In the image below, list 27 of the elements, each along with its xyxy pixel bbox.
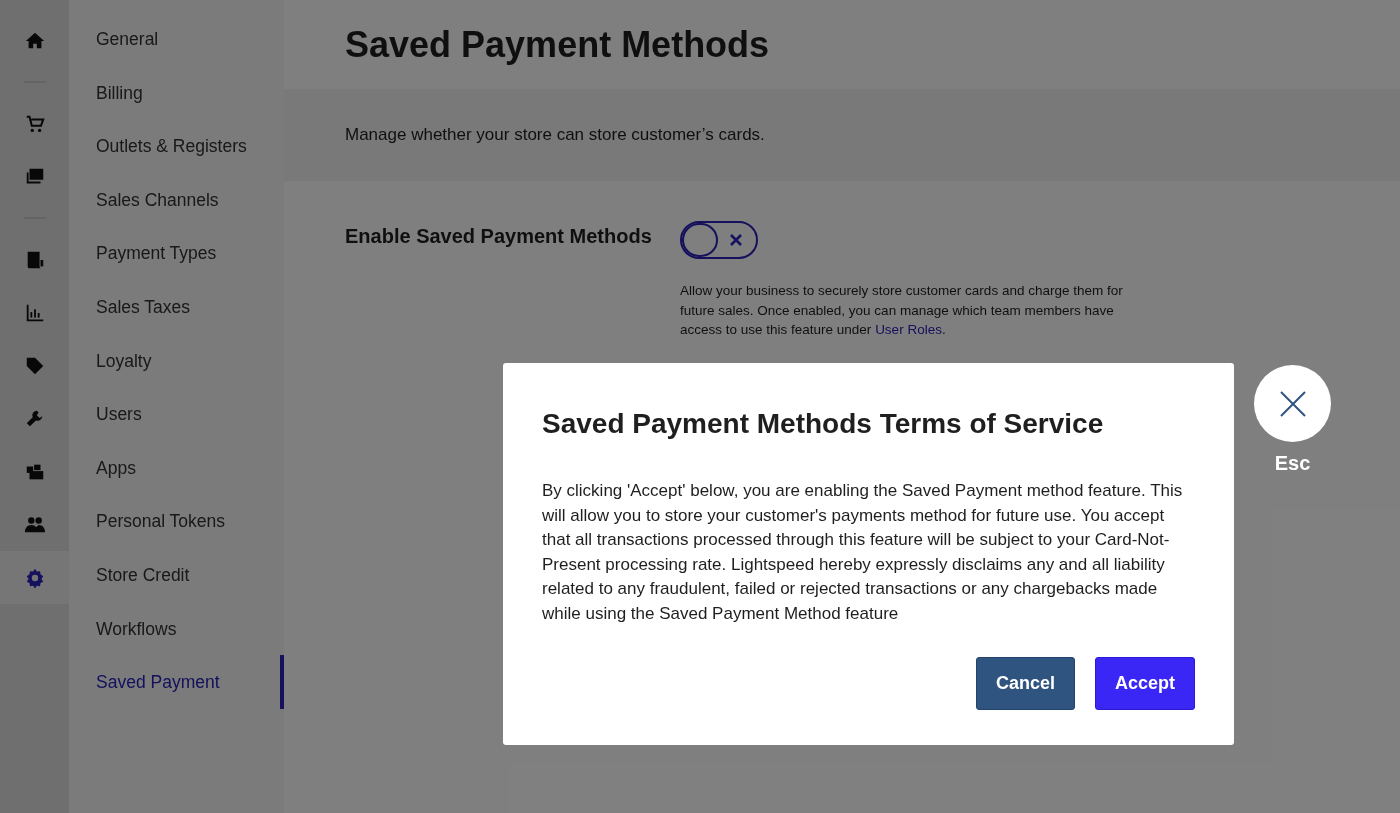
cancel-button[interactable]: Cancel: [975, 657, 1075, 710]
sidebar-item[interactable]: Payment Types: [69, 226, 284, 280]
accept-button[interactable]: Accept: [1094, 657, 1195, 710]
sidebar-item[interactable]: General: [69, 12, 284, 66]
sidebar-item[interactable]: Apps: [69, 440, 284, 495]
sidebar-item[interactable]: Billing: [69, 65, 284, 120]
esc-label: Esc: [1273, 451, 1312, 476]
close-icon: [1279, 390, 1306, 417]
page-description: Manage whether your store can store customer’s cards.: [345, 124, 765, 147]
dialog-title: Saved Payment Methods Terms of Service: [542, 407, 1105, 441]
sidebar-item[interactable]: Sales Channels: [69, 172, 284, 227]
setting-description: Allow your business to securely store customer cards and charge them for future sales. Once enabled, you can manage which team members have access to use this feature under User Roles.: [680, 282, 1124, 339]
user-roles-link[interactable]: User Roles: [875, 322, 942, 337]
sidebar-item[interactable]: Outlets & Registers: [69, 119, 284, 173]
dialog-body: By clicking 'Accept' below, you are enabling the Saved Payment method feature. This will allow you to store your customer's payments method for future use. You accept that all transactions processed through this feature will be subject to your Card-Not-Present processing rate. Lightspeed hereby expressly disclaims any and all liability related to any fraudulent, failed or rejected transactions or any chargebacks made while using the Saved Payment Method feature: [542, 480, 1184, 625]
sidebar-item[interactable]: Saved Payment: [69, 655, 284, 709]
sidebar-item[interactable]: Personal Tokens: [69, 494, 284, 548]
setting-label: Enable Saved Payment Methods: [345, 224, 653, 249]
sidebar-item[interactable]: Users: [69, 387, 284, 441]
sidebar-item[interactable]: Sales Taxes: [69, 279, 284, 334]
sidebar-item[interactable]: Loyalty: [69, 333, 284, 388]
rail-item[interactable]: [0, 551, 69, 604]
page-title: Saved Payment Methods: [345, 22, 770, 67]
sidebar-item[interactable]: Store Credit: [69, 547, 284, 602]
sidebar-item[interactable]: Workflows: [69, 601, 284, 656]
toggle-switch[interactable]: [680, 221, 758, 259]
cross-icon: [730, 234, 742, 246]
